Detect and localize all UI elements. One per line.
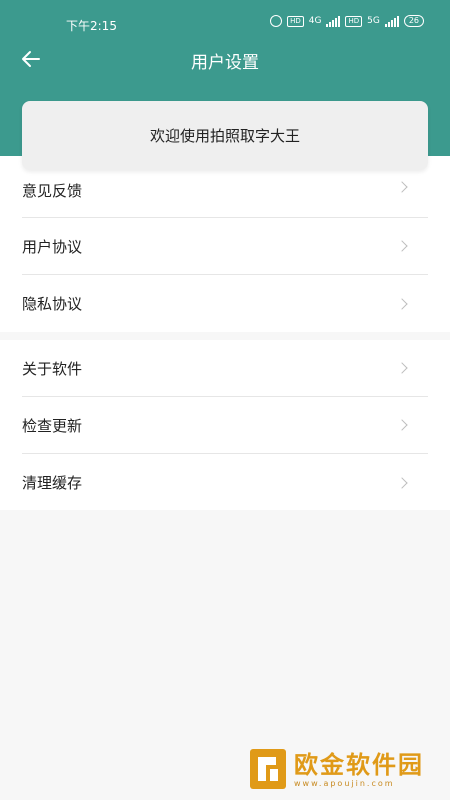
chevron-right-icon [396,419,408,431]
menu-item-label: 用户协议 [22,237,83,256]
battery-icon: 26 [403,15,424,27]
status-icons: HD 4G HD 5G 26 [270,15,424,27]
network-5g-label: 5G [367,16,380,26]
menu-item-check-update[interactable]: 检查更新 [22,397,428,454]
chevron-right-icon [396,297,408,310]
chevron-right-icon [396,180,408,193]
watermark-logo-icon [250,749,286,789]
chevron-right-icon [396,240,408,252]
welcome-text: 欢迎使用拍照取字大王 [149,127,300,145]
menu-item-user-agreement[interactable]: 用户协议 [22,218,428,275]
menu-item-label: 关于软件 [22,359,83,378]
alarm-icon [270,15,283,27]
settings-group-1: 意见反馈 用户协议 隐私协议 [0,156,450,332]
menu-item-label: 检查更新 [22,416,83,435]
watermark-name: 欧金软件园 [294,750,424,779]
menu-item-label: 清理缓存 [22,474,83,492]
watermark: 欧金软件园 www.apoujin.com [248,744,444,794]
menu-item-privacy-policy[interactable]: 隐私协议 [22,275,428,332]
watermark-url: www.apoujin.com [294,778,395,788]
hd-badge: HD [287,15,304,27]
signal-icon-2 [384,15,399,27]
menu-item-about[interactable]: 关于软件 [22,340,428,397]
chevron-right-icon [396,476,408,489]
settings-group-2: 关于软件 检查更新 清理缓存 [0,340,450,510]
menu-item-label: 隐私协议 [22,295,83,313]
signal-icon [326,15,341,27]
page-title: 用户设置 [191,53,259,73]
network-4g-label: 4G [308,16,322,26]
welcome-card: 欢迎使用拍照取字大王 [22,101,428,170]
menu-item-label: 意见反馈 [22,182,83,200]
chevron-right-icon [396,362,408,374]
nav-bar: 用户设置 [0,40,450,80]
status-time: 下午2:15 [66,19,117,33]
hd-badge-2: HD [345,15,363,27]
menu-item-clear-cache[interactable]: 清理缓存 [22,454,428,511]
